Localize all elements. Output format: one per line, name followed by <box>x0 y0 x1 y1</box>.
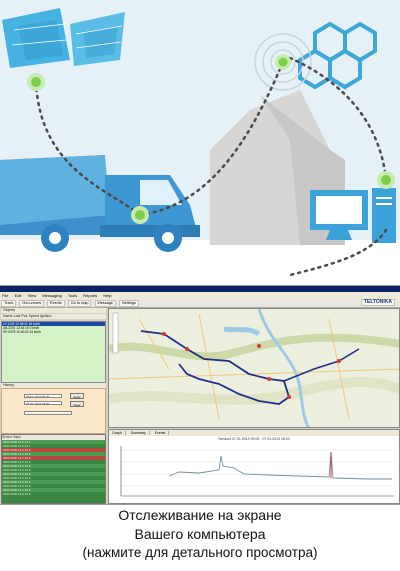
caption-title: Отслеживание на экране <box>118 507 282 523</box>
toolbar-settings-button[interactable]: Settings <box>119 300 139 307</box>
svg-text:·: · <box>229 366 230 370</box>
table-row[interactable]: 0000 0000 12.8 45.3 <box>2 492 105 496</box>
caption-detail-link[interactable]: (нажмите для детального просмотра) <box>0 543 400 562</box>
objects-table-header: Name Last Pos Speed Ignition <box>1 314 106 319</box>
toolbar-goto-map-button[interactable]: Go to map <box>67 300 92 307</box>
tab-events[interactable]: Events <box>151 431 170 435</box>
objects-table[interactable]: LY-1204 12:45:31 54 km/h AB-2201 12:44:1… <box>1 321 106 383</box>
map-view[interactable]: · · · <box>108 308 400 428</box>
zoom-slider[interactable] <box>112 312 119 354</box>
toolbar-message-button[interactable]: Message <box>94 300 116 307</box>
sensor-graph-panel: Graph Summary Events Sensors 07.01.2013 … <box>108 429 400 504</box>
brand-logo: TELTONIKA <box>360 299 395 306</box>
tracking-illustration <box>0 0 400 285</box>
sensors-table[interactable]: Sensor Value 0000 0000 12.5 44.1 0000 00… <box>1 434 106 504</box>
graph-tabs: Graph Summary Events <box>109 430 399 436</box>
svg-text:·: · <box>309 336 310 340</box>
clear-button[interactable]: Clear <box>70 401 84 407</box>
left-panel: Objects Name Last Pos Speed Ignition LY-… <box>0 308 107 504</box>
apply-button[interactable]: Apply <box>70 393 84 399</box>
objects-panel-header: Objects <box>1 308 106 313</box>
to-date-field[interactable]: 07.01.2013 18:00 <box>24 401 62 405</box>
toolbar-events-button[interactable]: Events <box>47 300 65 307</box>
graph-title: Sensors 07.01.2013 09:00 - 07.01.2013 18… <box>218 437 290 441</box>
history-form: 07.01.2013 09:00 07.01.2013 18:00 Apply … <box>1 388 106 434</box>
menu-item-edit[interactable]: Edit <box>15 293 22 298</box>
toolbar: Track Geo-zones Events Go to map Message… <box>0 299 400 308</box>
toolbar-geozones-button[interactable]: Geo-zones <box>19 300 44 307</box>
map-canvas[interactable]: · · · <box>109 309 400 428</box>
tab-graph[interactable]: Graph <box>109 431 126 435</box>
menu-bar: File Edit View Messaging Tools Reports H… <box>0 292 400 299</box>
from-date-field[interactable]: 07.01.2013 09:00 <box>24 394 62 398</box>
menu-item-file[interactable]: File <box>2 293 8 298</box>
tracking-app-screenshot[interactable]: File Edit View Messaging Tools Reports H… <box>0 285 400 505</box>
sensor-line-chart[interactable] <box>109 442 399 504</box>
menu-item-messaging[interactable]: Messaging <box>42 293 61 298</box>
menu-item-tools[interactable]: Tools <box>68 293 77 298</box>
svg-text:·: · <box>149 321 150 325</box>
table-row[interactable]: KP-0978 12:40:02 61 km/h <box>2 330 105 334</box>
object-select[interactable] <box>24 411 72 415</box>
caption-subtitle: Вашего компьютера <box>134 526 266 542</box>
caption[interactable]: Отслеживание на экране Вашего компьютера… <box>0 506 400 562</box>
toolbar-track-button[interactable]: Track <box>1 300 17 307</box>
menu-item-help[interactable]: Help <box>103 293 111 298</box>
sensor-series-line <box>168 451 392 480</box>
tab-summary[interactable]: Summary <box>127 431 150 435</box>
menu-item-view[interactable]: View <box>28 293 37 298</box>
menu-item-reports[interactable]: Reports <box>83 293 97 298</box>
